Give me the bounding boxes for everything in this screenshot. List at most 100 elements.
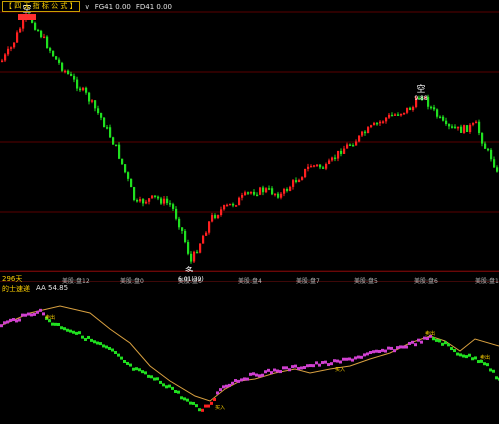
candle-down	[364, 131, 367, 134]
candle-down	[55, 56, 58, 60]
indicator-step	[495, 376, 498, 380]
indicator-step	[129, 363, 132, 367]
candle-up	[373, 122, 376, 126]
candle-up	[379, 121, 382, 124]
indicator-step	[273, 368, 276, 372]
candle-up	[457, 126, 460, 129]
candle-up	[229, 203, 232, 206]
indicator-step	[447, 343, 450, 347]
low-price-label: 6.01(39)	[178, 276, 204, 283]
indicator-step	[492, 369, 495, 373]
indicator-step	[375, 349, 378, 353]
candle-up	[289, 186, 292, 191]
indicator-step	[324, 360, 327, 364]
candle-down	[136, 199, 139, 202]
candle-down	[256, 194, 259, 197]
indicator-step	[141, 370, 144, 374]
indicator-step	[249, 372, 252, 376]
candle-down	[478, 121, 481, 134]
indicator-step	[318, 363, 321, 367]
indicator-step	[180, 396, 183, 400]
price-chart-panel[interactable]: 空空9.88多	[0, 0, 499, 272]
indicator-step	[357, 355, 360, 359]
indicator-panel[interactable]: 卖出买入买入卖出卖出	[0, 281, 499, 424]
candle-down	[124, 164, 127, 173]
candle-up	[220, 209, 223, 216]
indicator-step	[321, 361, 324, 365]
indicator-step	[312, 364, 315, 368]
candle-down	[268, 188, 271, 190]
time-axis-label: 美股:盘7	[296, 278, 320, 285]
candle-up	[385, 117, 388, 122]
candle-up	[1, 60, 4, 63]
indicator-step	[66, 328, 69, 332]
candle-up	[313, 165, 316, 167]
candle-down	[271, 188, 274, 195]
indicator-step	[0, 324, 3, 328]
indicator-step	[483, 362, 486, 366]
candle-down	[190, 253, 193, 262]
sell-badge	[18, 14, 36, 20]
candle-up	[91, 100, 94, 102]
trail-line	[0, 305, 499, 402]
candle-down	[454, 126, 457, 129]
candle-up	[343, 148, 346, 154]
candle-down	[322, 167, 325, 169]
indicator-step	[105, 345, 108, 349]
indicator-step	[438, 339, 441, 343]
candle-down	[70, 74, 73, 76]
candle-up	[325, 164, 328, 169]
candle-up	[145, 201, 148, 204]
indicator-name[interactable]: 的士速递	[2, 284, 30, 294]
candle-down	[196, 251, 199, 254]
candle-down	[79, 88, 82, 91]
indicator-step	[192, 401, 195, 405]
candle-up	[328, 160, 331, 165]
candle-down	[166, 198, 169, 204]
candle-up	[199, 243, 202, 253]
indicator-step	[135, 367, 138, 371]
candle-down	[142, 199, 145, 204]
candle-down	[391, 114, 394, 117]
chevron-down-icon[interactable]: ∨	[85, 3, 90, 11]
indicator-step	[90, 338, 93, 342]
indicator-step	[327, 363, 330, 367]
indicator-step	[18, 318, 21, 322]
candle-down	[481, 133, 484, 144]
indicator-step	[216, 391, 219, 395]
indicator-step	[336, 359, 339, 363]
indicator-step	[9, 318, 12, 322]
candle-down	[262, 187, 265, 193]
indicator-step	[390, 346, 393, 350]
indicator-step	[291, 365, 294, 369]
indicator-step	[354, 356, 357, 360]
indicator-step	[15, 319, 18, 323]
candle-down	[334, 157, 337, 160]
signal-label: 买入	[335, 366, 345, 373]
indicator-step	[102, 344, 105, 348]
candle-up	[274, 193, 277, 196]
candle-up	[238, 197, 241, 206]
indicator-step	[222, 385, 225, 389]
time-axis-label: 美股:盘5	[354, 278, 378, 285]
candle-up	[394, 114, 397, 116]
candle-up	[400, 113, 403, 116]
candle-down	[46, 36, 49, 49]
candle-up	[370, 125, 373, 128]
indicator-step	[297, 367, 300, 371]
candle-down	[214, 215, 217, 219]
indicator-step	[219, 388, 222, 392]
formula-name[interactable]: 【 四 无 指 标 公 式 】	[2, 1, 80, 12]
candle-up	[406, 107, 409, 113]
candle-down	[181, 227, 184, 231]
indicator-step	[300, 366, 303, 370]
indicator-step	[468, 353, 471, 357]
candle-down	[67, 70, 70, 75]
candle-up	[139, 199, 142, 202]
indicator-step	[204, 404, 207, 408]
candle-down	[184, 230, 187, 243]
indicator-step	[315, 361, 318, 365]
indicator-step	[162, 383, 165, 387]
indicator-step	[114, 350, 117, 354]
indicator-step	[6, 320, 9, 324]
